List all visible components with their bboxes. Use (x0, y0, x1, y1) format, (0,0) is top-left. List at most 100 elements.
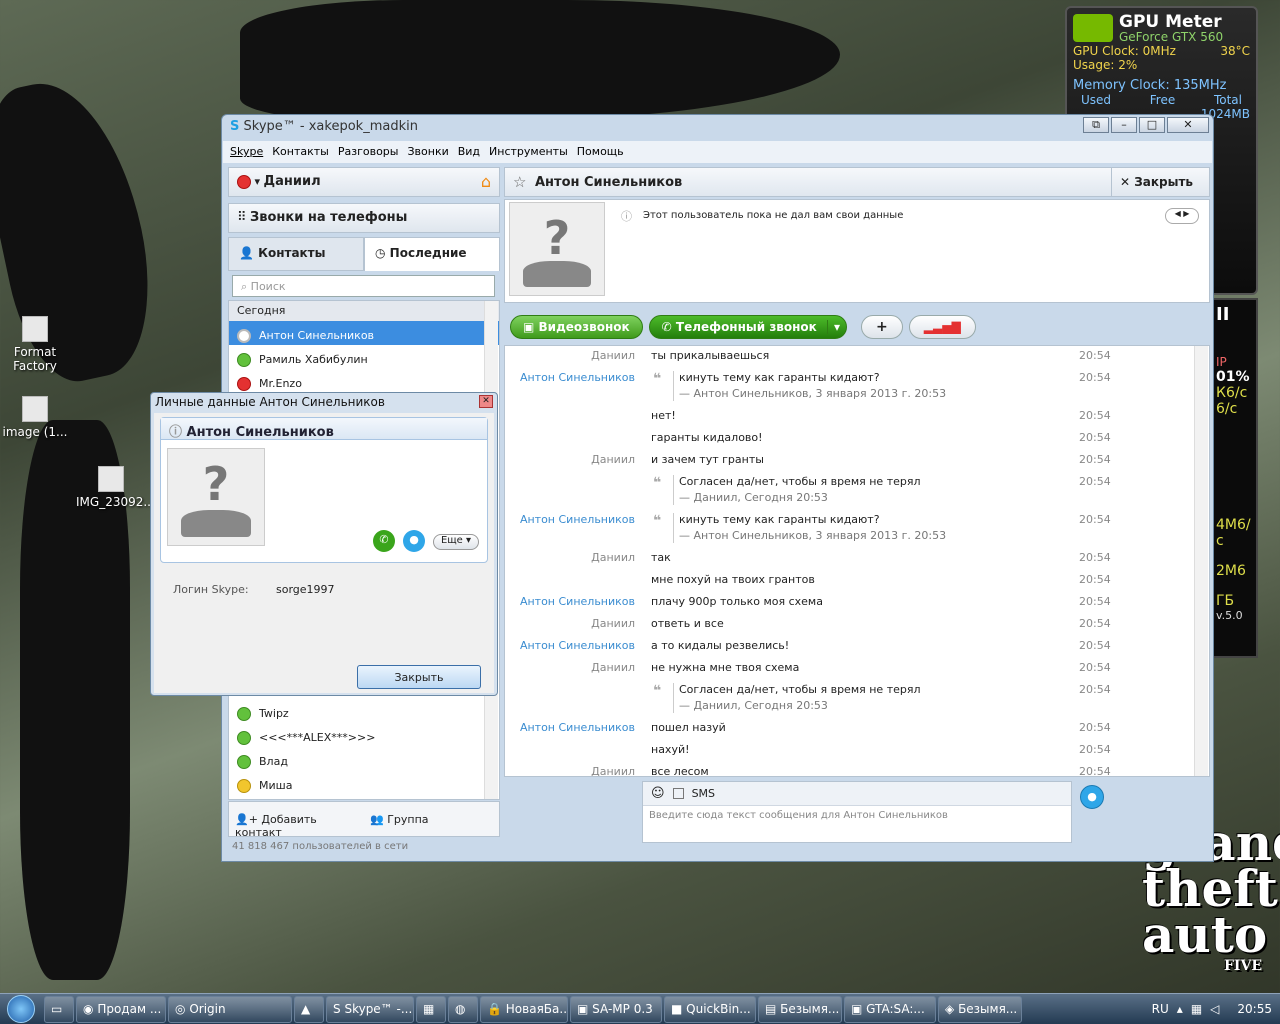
menu-skype[interactable]: Skype (230, 145, 263, 159)
status-chevron-icon[interactable]: ▾ (255, 175, 261, 188)
contact-item[interactable]: Антон Синельников (229, 321, 499, 345)
quote-divider (673, 371, 674, 401)
dialog-close-icon[interactable]: ✕ (479, 395, 493, 408)
phone-call-button[interactable]: ✆ Телефонный звонок ▾ (648, 315, 848, 339)
info-icon: ⓘ (621, 210, 632, 223)
taskbar-item[interactable]: ▣ SA-MP 0.3 (570, 995, 662, 1023)
menu-contacts[interactable]: Контакты (272, 145, 329, 159)
chat-message: Даниил так 20:54 (505, 551, 1195, 573)
clock[interactable]: 20:55 (1237, 1002, 1272, 1016)
taskbar-item[interactable]: ◉ Продам ... (76, 995, 166, 1023)
message-sender[interactable]: Даниил (505, 453, 635, 466)
volume-icon[interactable]: ◁ (1210, 1002, 1219, 1016)
message-sender[interactable]: Даниил (505, 661, 635, 674)
taskbar-pinned[interactable]: ▦ (416, 995, 446, 1023)
message-time: 20:54 (1079, 595, 1111, 608)
taskbar-item[interactable]: ▤ Безымя... (758, 995, 842, 1023)
message-time: 20:54 (1079, 765, 1111, 777)
message-sender[interactable]: Даниил (505, 349, 635, 362)
message-sender[interactable]: Антон Синельников (505, 371, 635, 384)
message-sender[interactable]: Даниил (505, 765, 635, 776)
chat-button[interactable]: ● (403, 530, 425, 552)
message-sender[interactable]: Антон Синельников (505, 513, 635, 526)
taskbar-item[interactable]: ◎ Origin (168, 995, 292, 1023)
close-conversation-button[interactable]: ✕ Закрыть (1111, 168, 1209, 196)
contact-item[interactable]: Mr.Enzo (229, 369, 499, 393)
close-window-button[interactable]: ✕ (1167, 117, 1209, 133)
tab-recent[interactable]: ◷ Последние (364, 237, 500, 271)
menu-view[interactable]: Вид (458, 145, 480, 159)
desktop-icon-format-factory[interactable]: Format Factory (0, 316, 70, 373)
tray-arrow-icon[interactable]: ▴ (1177, 1002, 1183, 1016)
skype-title-bar[interactable]: S Skype™ - xakepok_madkin (222, 115, 1213, 141)
taskbar-item[interactable]: 🔒 НоваяБа... (480, 995, 568, 1023)
quote-divider (673, 683, 674, 713)
contact-item[interactable]: Миша (229, 771, 499, 795)
conversation-header: ☆ Антон Синельников ✕ Закрыть (504, 167, 1210, 197)
status-icon[interactable] (237, 175, 251, 189)
online-status-icon (237, 706, 251, 721)
search-input[interactable]: ⌕ Поиск (232, 275, 495, 297)
taskbar-item[interactable]: ◈ Безымя... (938, 995, 1022, 1023)
chevron-down-icon[interactable]: ▾ (827, 320, 841, 334)
sms-checkbox[interactable] (672, 788, 684, 799)
network-icon[interactable]: ▦ (1191, 1002, 1202, 1016)
contact-item[interactable]: Рамиль Хабибулин (229, 345, 499, 369)
chat-message: гаранты кидалово! 20:54 (505, 431, 1195, 453)
create-group-button[interactable]: 👥 Группа (364, 802, 499, 836)
profile-nav-arrows[interactable]: ◀ ▶ (1165, 208, 1199, 224)
windows-taskbar: ▭ ◉ Продам ... ◎ Origin ▲ S Skype™ -... … (0, 993, 1280, 1024)
message-sender[interactable]: Даниил (505, 551, 635, 564)
taskbar-item[interactable]: ▣ GTA:SA:... (844, 995, 936, 1023)
app-icon: ▲ (301, 1001, 311, 1016)
language-indicator[interactable]: RU (1152, 1002, 1169, 1016)
add-contact-button[interactable]: 👤+ Добавить контакт (229, 802, 364, 839)
user-status-bar[interactable]: ▾ Даниил ⌂ (228, 167, 500, 197)
contact-item[interactable]: Twipz (229, 699, 499, 723)
home-icon[interactable]: ⌂ (481, 172, 491, 191)
origin-icon: ◎ (175, 1001, 186, 1016)
desktop-icon-image[interactable]: image (1... (0, 396, 70, 439)
quote-source: — Антон Синельников, 3 января 2013 г. 20… (679, 387, 947, 400)
menu-help[interactable]: Помощь (577, 145, 624, 159)
taskbar-pinned[interactable]: ◍ (448, 995, 478, 1023)
favorite-star-icon[interactable]: ☆ (513, 173, 526, 191)
maximize-button[interactable]: □ (1139, 117, 1165, 133)
chat-scrollbar[interactable] (1194, 346, 1208, 776)
send-message-button[interactable]: ● (1080, 785, 1104, 809)
restore-compact-button[interactable]: ⧉ (1083, 117, 1109, 133)
message-time: 20:54 (1079, 617, 1111, 630)
windows-logo-icon (7, 995, 35, 1023)
desktop-icon-img[interactable]: IMG_23092... (76, 466, 155, 509)
menu-calls[interactable]: Звонки (407, 145, 448, 159)
message-sender[interactable]: Антон Синельников (505, 721, 635, 734)
message-sender[interactable]: Даниил (505, 617, 635, 630)
contact-item[interactable]: <<<***ALEX***>>> (229, 723, 499, 747)
taskbar-pinned[interactable]: ▲ (294, 995, 324, 1023)
taskbar-item[interactable]: S Skype™ -... (326, 995, 414, 1023)
profile-note: Этот пользователь пока не дал вам свои д… (643, 210, 904, 221)
call-quality-button[interactable]: ▂▃▅▇ (908, 315, 976, 339)
phone-calls-button[interactable]: ⠿ Звонки на телефоны (228, 203, 500, 233)
add-person-icon: 👤+ (235, 813, 258, 826)
more-button[interactable]: Еще ▾ (433, 534, 479, 550)
menu-conversations[interactable]: Разговоры (338, 145, 399, 159)
call-button[interactable]: ✆ (373, 530, 395, 552)
start-button[interactable] (0, 994, 42, 1024)
tab-contacts[interactable]: 👤 Контакты (228, 237, 364, 271)
explorer-pinned[interactable]: ▭ (44, 995, 74, 1023)
taskbar-item[interactable]: ■ QuickBin... (664, 995, 756, 1023)
message-compose-box[interactable]: ☺ SMS Введите сюда текст сообщения для А… (642, 781, 1072, 843)
message-sender[interactable]: Антон Синельников (505, 639, 635, 652)
chat-message: ❝ Согласен да/нет, чтобы я время не терял… (505, 683, 1195, 721)
add-participant-button[interactable]: + (861, 315, 903, 339)
menu-tools[interactable]: Инструменты (489, 145, 568, 159)
dialog-close-button[interactable]: Закрыть (357, 665, 481, 689)
app-icon: ▦ (423, 1001, 435, 1016)
message-sender[interactable]: Антон Синельников (505, 595, 635, 608)
contact-item[interactable]: Влад (229, 747, 499, 771)
emoticon-icon[interactable]: ☺ (651, 786, 665, 801)
video-call-button[interactable]: ▣ Видеозвонок (510, 315, 643, 339)
minimize-button[interactable]: – (1111, 117, 1137, 133)
window-controls: ⧉ – □ ✕ (1081, 117, 1209, 133)
